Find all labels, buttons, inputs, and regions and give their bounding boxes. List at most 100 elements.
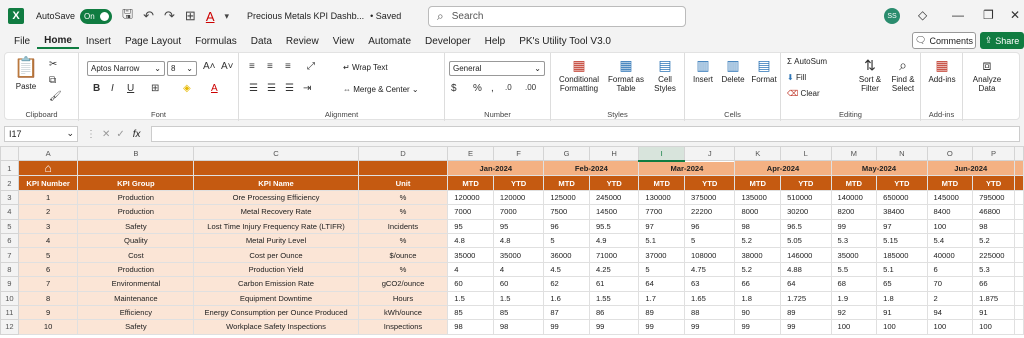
kpi-name-cell[interactable]: Ore Processing Efficiency [193, 189, 359, 206]
conditional-formatting-button[interactable]: ▦ Conditional Formatting [555, 57, 603, 93]
value-cell[interactable]: 7000 [447, 204, 494, 220]
cell[interactable] [1014, 276, 1024, 292]
cell[interactable] [1014, 247, 1024, 263]
fill-color-icon[interactable]: ◈ [183, 83, 191, 94]
borders-icon[interactable]: ⊞ [185, 8, 196, 24]
row-header[interactable]: 7 [0, 247, 19, 263]
kpi-number-cell[interactable]: 2 [17, 204, 79, 220]
value-cell[interactable]: 185000 [876, 247, 928, 263]
name-box[interactable]: I17 ⌄ [4, 126, 78, 142]
value-cell[interactable]: 66 [734, 276, 782, 292]
kpi-group-cell[interactable]: Efficiency [77, 304, 195, 321]
underline-icon[interactable]: U [127, 83, 134, 94]
align-middle-icon[interactable]: ≡ [267, 61, 273, 72]
value-cell[interactable]: 135000 [734, 189, 782, 206]
tab-view[interactable]: View [326, 36, 362, 47]
value-cell[interactable]: 60 [492, 276, 545, 292]
kpi-name-cell[interactable]: Production Yield [193, 261, 359, 278]
header-kpi-group[interactable]: KPI Group [77, 175, 195, 191]
value-cell[interactable]: 8200 [830, 204, 878, 220]
value-cell[interactable]: 8000 [734, 204, 782, 220]
tab-help[interactable]: Help [478, 36, 513, 47]
cell[interactable] [193, 160, 359, 177]
cell[interactable] [1014, 189, 1024, 206]
column-header-n[interactable]: N [876, 146, 928, 162]
value-cell[interactable]: 64 [780, 276, 832, 292]
column-header-o[interactable]: O [926, 146, 974, 162]
fill-button[interactable]: ⬇ Fill [787, 73, 806, 82]
value-cell[interactable]: 7000 [492, 204, 545, 220]
column-header-a[interactable]: A [17, 146, 79, 162]
column-header-e[interactable]: E [447, 146, 494, 162]
decrease-font-icon[interactable]: A˅ [221, 61, 234, 72]
value-cell[interactable]: 64 [638, 276, 686, 292]
kpi-group-cell[interactable]: Environmental [77, 276, 195, 292]
month-header[interactable]: Jun-2024 [926, 160, 1016, 177]
kpi-name-cell[interactable]: Workplace Safety Inspections [193, 319, 359, 335]
value-cell[interactable]: 4.8 [492, 232, 545, 249]
orientation-icon[interactable]: ⤢ [307, 61, 315, 72]
value-cell[interactable]: 1.65 [684, 290, 736, 306]
value-cell[interactable]: 1.7 [638, 290, 686, 306]
kpi-name-cell[interactable]: Equipment Downtime [193, 290, 359, 306]
column-header-g[interactable]: G [543, 146, 590, 162]
cell[interactable] [1014, 290, 1024, 306]
header-ytd[interactable]: YTD [876, 175, 928, 191]
header-unit[interactable]: Unit [357, 175, 449, 191]
align-bottom-icon[interactable]: ≡ [285, 61, 291, 72]
value-cell[interactable]: 7700 [638, 204, 686, 220]
value-cell[interactable]: 5.2 [734, 261, 782, 278]
kpi-unit-cell[interactable]: % [357, 189, 449, 206]
value-cell[interactable]: 4 [447, 261, 494, 278]
column-header-f[interactable]: F [492, 146, 545, 162]
value-cell[interactable]: 225000 [972, 247, 1015, 263]
home-cell[interactable]: ⌂ [17, 160, 79, 177]
value-cell[interactable]: 108000 [684, 247, 736, 263]
kpi-number-cell[interactable]: 10 [17, 319, 79, 335]
value-cell[interactable]: 66 [972, 276, 1015, 292]
analyze-data-button[interactable]: ⧈ Analyze Data [967, 57, 1007, 93]
value-cell[interactable]: 94 [926, 304, 974, 321]
cell[interactable] [1014, 261, 1024, 278]
value-cell[interactable]: 5.5 [830, 261, 878, 278]
delete-cells-button[interactable]: ▥ Delete [719, 57, 747, 84]
value-cell[interactable]: 40000 [926, 247, 974, 263]
value-cell[interactable]: 46800 [972, 204, 1015, 220]
row-header[interactable]: 12 [0, 319, 19, 335]
kpi-name-cell[interactable]: Carbon Emission Rate [193, 276, 359, 292]
insert-cells-button[interactable]: ▥ Insert [689, 57, 717, 84]
increase-font-icon[interactable]: A˄ [203, 61, 216, 72]
value-cell[interactable]: 86 [588, 304, 640, 321]
align-top-icon[interactable]: ≡ [249, 61, 255, 72]
wrap-text-button[interactable]: ↵ Wrap Text [343, 63, 388, 72]
value-cell[interactable]: 5.1 [638, 232, 686, 249]
column-header-i[interactable]: I [638, 146, 686, 162]
value-cell[interactable]: 5.1 [876, 261, 928, 278]
value-cell[interactable]: 4.88 [780, 261, 832, 278]
tab-home[interactable]: Home [37, 35, 79, 49]
value-cell[interactable]: 375000 [684, 189, 736, 206]
value-cell[interactable]: 95 [447, 218, 494, 234]
format-cells-button[interactable]: ▤ Format [749, 57, 779, 84]
header-ytd[interactable]: YTD [780, 175, 832, 191]
value-cell[interactable]: 68 [830, 276, 878, 292]
value-cell[interactable]: 97 [876, 218, 928, 234]
value-cell[interactable]: 100 [876, 319, 928, 335]
share-button[interactable]: ⇪ Share [980, 32, 1024, 49]
cell[interactable] [1014, 175, 1024, 191]
avatar[interactable]: SS [884, 8, 900, 24]
align-center-icon[interactable]: ☰ [267, 83, 276, 94]
row-header[interactable]: 8 [0, 261, 19, 278]
value-cell[interactable]: 4.75 [684, 261, 736, 278]
value-cell[interactable]: 71000 [588, 247, 640, 263]
kpi-number-cell[interactable]: 4 [17, 232, 79, 249]
tab-formulas[interactable]: Formulas [188, 36, 244, 47]
select-all-corner[interactable] [0, 146, 19, 162]
value-cell[interactable]: 35000 [447, 247, 494, 263]
value-cell[interactable]: 92 [830, 304, 878, 321]
kpi-unit-cell[interactable]: kWh/ounce [357, 304, 449, 321]
kpi-unit-cell[interactable]: gCO2/ounce [357, 276, 449, 292]
value-cell[interactable]: 1.9 [830, 290, 878, 306]
decrease-decimal-icon[interactable]: .00 [525, 83, 536, 92]
value-cell[interactable]: 6 [926, 261, 974, 278]
